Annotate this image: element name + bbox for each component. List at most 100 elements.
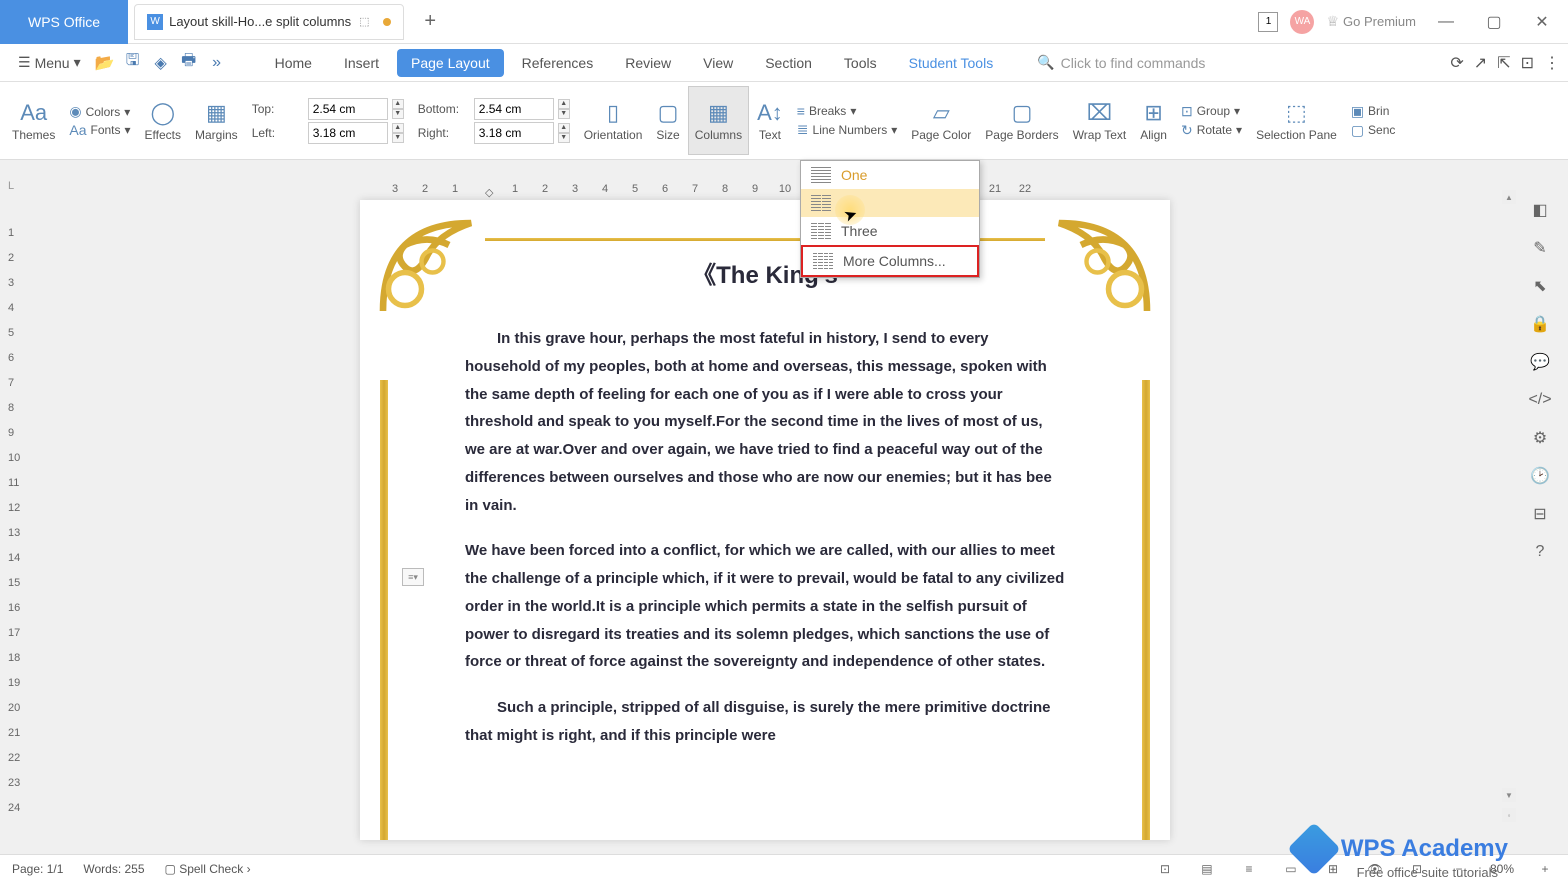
margin-left-input[interactable] bbox=[308, 122, 388, 144]
margins-icon: ▦ bbox=[206, 100, 227, 126]
margin-right-input[interactable] bbox=[474, 122, 554, 144]
find-commands-input[interactable]: 🔍 Click to find commands bbox=[1037, 54, 1205, 71]
vertical-scrollbar[interactable]: ▲ ▼ ◦ bbox=[1502, 190, 1516, 822]
themes-button[interactable]: Aa Themes bbox=[6, 86, 61, 155]
chevron-down-icon: ▾ bbox=[74, 54, 81, 71]
open-button[interactable]: 📂 bbox=[91, 49, 119, 77]
more-icon[interactable]: ⋮ bbox=[1544, 53, 1560, 73]
colors-button[interactable]: ◉ Colors▾ bbox=[69, 103, 130, 120]
spin-down[interactable]: ▼ bbox=[558, 109, 570, 119]
scroll-down-button[interactable]: ▼ bbox=[1502, 788, 1516, 802]
ruler-indent-marker[interactable]: ◇ bbox=[485, 186, 493, 199]
document-page[interactable]: 《The King's In this grave hour, perhaps … bbox=[360, 200, 1170, 840]
close-button[interactable]: ✕ bbox=[1524, 4, 1560, 40]
more-quickaccess-button[interactable]: » bbox=[203, 49, 231, 77]
wrap-text-button[interactable]: ⌧ Wrap Text bbox=[1067, 86, 1133, 155]
breaks-button[interactable]: ≡ Breaks▾ bbox=[797, 103, 897, 119]
document-body[interactable]: In this grave hour, perhaps the most fat… bbox=[465, 325, 1065, 768]
orientation-icon: ▯ bbox=[607, 100, 619, 126]
effects-button[interactable]: ◯ Effects bbox=[139, 86, 187, 155]
margins-button[interactable]: ▦ Margins bbox=[189, 86, 244, 155]
bring-forward-button[interactable]: ▣ Brin bbox=[1351, 103, 1396, 120]
tab-view[interactable]: View bbox=[689, 49, 747, 77]
print-button[interactable]: 🖶 bbox=[175, 49, 203, 77]
side-pencil-icon[interactable]: ✎ bbox=[1530, 238, 1550, 258]
margin-top-input[interactable] bbox=[308, 98, 388, 120]
print-layout-view-icon[interactable]: ▤ bbox=[1196, 858, 1218, 880]
side-lock-icon[interactable]: 🔒 bbox=[1530, 314, 1550, 334]
tab-page-layout[interactable]: Page Layout bbox=[397, 49, 504, 77]
vertical-ruler[interactable]: 123456789101112131415161718192021222324 bbox=[8, 220, 20, 820]
share-icon[interactable]: ↗ bbox=[1474, 53, 1487, 73]
colors-icon: ◉ bbox=[69, 103, 81, 120]
fonts-button[interactable]: Aa Fonts▾ bbox=[69, 122, 130, 138]
columns-option-one[interactable]: One bbox=[801, 161, 979, 189]
main-menu-button[interactable]: ☰ Menu ▾ bbox=[8, 44, 91, 81]
side-help-icon[interactable]: ? bbox=[1530, 542, 1550, 562]
page-color-icon: ▱ bbox=[933, 100, 950, 126]
side-chat-icon[interactable]: 💬 bbox=[1530, 352, 1550, 372]
columns-dropdown: One Three More Columns... bbox=[800, 160, 980, 278]
paragraph-options-icon[interactable]: ≡▾ bbox=[402, 568, 424, 586]
print-preview-button[interactable]: ◈ bbox=[147, 49, 175, 77]
spin-down[interactable]: ▼ bbox=[558, 133, 570, 143]
save-indicator-icon: ⬚ bbox=[359, 15, 373, 29]
columns-button[interactable]: ▦ Columns bbox=[688, 86, 749, 155]
user-avatar[interactable]: WA bbox=[1290, 10, 1314, 34]
spin-up[interactable]: ▲ bbox=[558, 99, 570, 109]
maximize-button[interactable]: ▢ bbox=[1476, 4, 1512, 40]
status-page[interactable]: Page: 1/1 bbox=[12, 862, 63, 876]
page-color-button[interactable]: ▱ Page Color bbox=[905, 86, 977, 155]
paragraph-3: Such a principle, stripped of all disgui… bbox=[465, 694, 1065, 750]
spin-up[interactable]: ▲ bbox=[392, 99, 404, 109]
go-premium-button[interactable]: ♕ Go Premium bbox=[1326, 13, 1416, 30]
minimize-button[interactable]: — bbox=[1428, 4, 1464, 40]
document-tab[interactable]: W Layout skill-Ho...e split columns ⬚ bbox=[134, 4, 404, 40]
tab-student-tools[interactable]: Student Tools bbox=[895, 49, 1008, 77]
badge-1-icon[interactable]: 1 bbox=[1258, 12, 1278, 32]
columns-option-two[interactable] bbox=[801, 189, 979, 217]
status-spell-check[interactable]: ▢ Spell Check › bbox=[165, 862, 251, 876]
rotate-button[interactable]: ↻ Rotate▾ bbox=[1181, 122, 1242, 139]
selection-pane-button[interactable]: ⬚ Selection Pane bbox=[1250, 86, 1343, 155]
group-button[interactable]: ⊡ Group▾ bbox=[1181, 103, 1242, 120]
side-select-icon[interactable]: ⬉ bbox=[1530, 276, 1550, 296]
scroll-page-button[interactable]: ◦ bbox=[1502, 808, 1516, 822]
margin-bottom-input[interactable] bbox=[474, 98, 554, 120]
side-settings-icon[interactable]: ⚙ bbox=[1530, 428, 1550, 448]
spin-up[interactable]: ▲ bbox=[392, 123, 404, 133]
save-button[interactable]: 🖫 bbox=[119, 49, 147, 77]
columns-option-more[interactable]: More Columns... bbox=[801, 245, 979, 277]
tab-section[interactable]: Section bbox=[751, 49, 826, 77]
collapse-ribbon-icon[interactable]: ⇱ bbox=[1497, 53, 1510, 73]
sync-icon[interactable]: ⟳ bbox=[1450, 53, 1463, 73]
tab-references[interactable]: References bbox=[508, 49, 608, 77]
add-tab-button[interactable]: + bbox=[412, 4, 448, 40]
tab-review[interactable]: Review bbox=[611, 49, 685, 77]
orientation-button[interactable]: ▯ Orientation bbox=[578, 86, 649, 155]
document-title: 《The King's bbox=[360, 255, 1170, 290]
tab-tools[interactable]: Tools bbox=[830, 49, 891, 77]
spin-down[interactable]: ▼ bbox=[392, 133, 404, 143]
align-button[interactable]: ⊞ Align bbox=[1134, 86, 1173, 155]
spin-down[interactable]: ▼ bbox=[392, 109, 404, 119]
side-layout-icon[interactable]: ⊟ bbox=[1530, 504, 1550, 524]
section-properties-icon[interactable]: ⊡ bbox=[1154, 858, 1176, 880]
side-code-icon[interactable]: </> bbox=[1530, 390, 1550, 410]
zoom-in-button[interactable]: + bbox=[1534, 858, 1556, 880]
page-borders-button[interactable]: ▢ Page Borders bbox=[979, 86, 1064, 155]
outline-view-icon[interactable]: ≡ bbox=[1238, 858, 1260, 880]
text-direction-button[interactable]: A↕ Text bbox=[751, 86, 789, 155]
size-button[interactable]: ▢ Size bbox=[650, 86, 685, 155]
spin-up[interactable]: ▲ bbox=[558, 123, 570, 133]
send-backward-button[interactable]: ▢ Senc bbox=[1351, 122, 1396, 139]
line-numbers-button[interactable]: ≣ Line Numbers▾ bbox=[797, 121, 897, 138]
scroll-up-button[interactable]: ▲ bbox=[1502, 190, 1516, 204]
columns-option-three[interactable]: Three bbox=[801, 217, 979, 245]
side-history-icon[interactable]: 🕑 bbox=[1530, 466, 1550, 486]
side-expand-icon[interactable]: ◧ bbox=[1530, 200, 1550, 220]
status-words[interactable]: Words: 255 bbox=[83, 862, 144, 876]
tab-home[interactable]: Home bbox=[261, 49, 326, 77]
tab-insert[interactable]: Insert bbox=[330, 49, 393, 77]
feedback-icon[interactable]: ⊡ bbox=[1521, 53, 1534, 73]
